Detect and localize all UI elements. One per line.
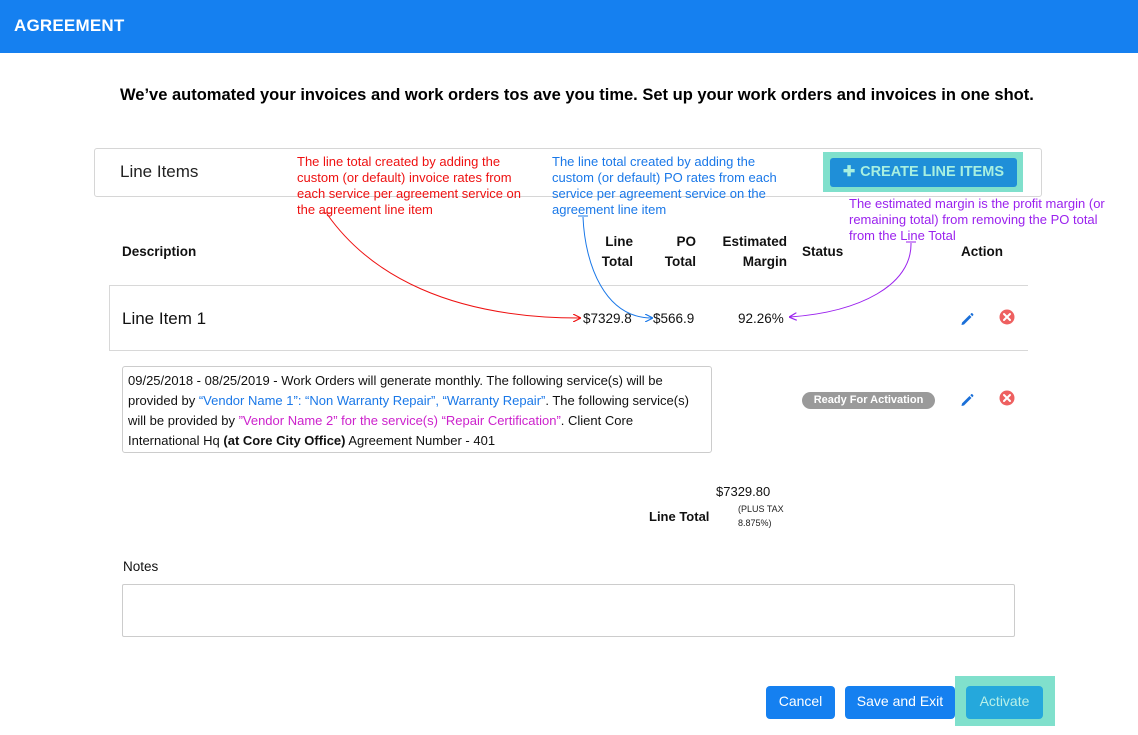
po-total-value: $566.9 — [653, 311, 695, 326]
tax-note: (PLUS TAX 8.875%) — [738, 504, 784, 528]
plus-icon: ✚ — [842, 164, 856, 180]
create-line-items-button[interactable]: ✚ CREATE LINE ITEMS — [830, 158, 1017, 187]
notes-label: Notes — [123, 559, 159, 574]
line-total-value: $7329.8 — [583, 311, 632, 326]
page-title: AGREEMENT — [14, 16, 125, 35]
line-item-description: 09/25/2018 - 08/25/2019 - Work Orders wi… — [122, 366, 712, 453]
annotation-po-total: The line total created by adding the cus… — [552, 154, 777, 217]
line-total-label: Line Total — [649, 509, 710, 524]
intro-text: We’ve automated your invoices and work o… — [120, 86, 1034, 104]
margin-value: 92.26% — [738, 311, 784, 326]
remove-icon[interactable] — [999, 390, 1015, 406]
table-row — [109, 285, 1028, 351]
notes-field[interactable] — [122, 584, 1015, 637]
status-badge: Ready For Activation — [802, 392, 935, 409]
remove-icon[interactable] — [999, 309, 1015, 325]
header-status: Status — [802, 244, 844, 259]
cancel-button[interactable]: Cancel — [766, 686, 835, 719]
vendor-2-text: ”Vendor Name 2” for the service(s) “Repa… — [238, 413, 561, 428]
top-bar: AGREEMENT — [0, 0, 1138, 53]
header-estimated-margin: Estimated Margin — [722, 234, 787, 269]
create-line-items-label: CREATE LINE ITEMS — [860, 164, 1005, 180]
pencil-icon[interactable] — [959, 311, 975, 327]
description-text: Agreement Number - 401 — [345, 433, 496, 448]
header-po-total: PO Total — [664, 234, 696, 269]
save-and-exit-button[interactable]: Save and Exit — [845, 686, 955, 719]
line-items-title: Line Items — [120, 162, 199, 181]
annotation-margin: The estimated margin is the profit margi… — [849, 196, 1105, 243]
header-line-total: Line Total — [601, 234, 633, 269]
line-total-amount: $7329.80 — [716, 484, 771, 499]
header-description: Description — [122, 244, 197, 259]
annotation-line-total: The line total created by adding the cus… — [297, 154, 522, 217]
vendor-1-text: “Vendor Name 1”: “Non Warranty Repair”, … — [198, 393, 546, 408]
header-action: Action — [961, 244, 1003, 259]
office-text: (at Core City Office) — [223, 433, 346, 448]
pencil-icon[interactable] — [959, 392, 975, 408]
activate-button[interactable]: Activate — [966, 686, 1043, 719]
line-item-name: Line Item 1 — [122, 309, 207, 328]
